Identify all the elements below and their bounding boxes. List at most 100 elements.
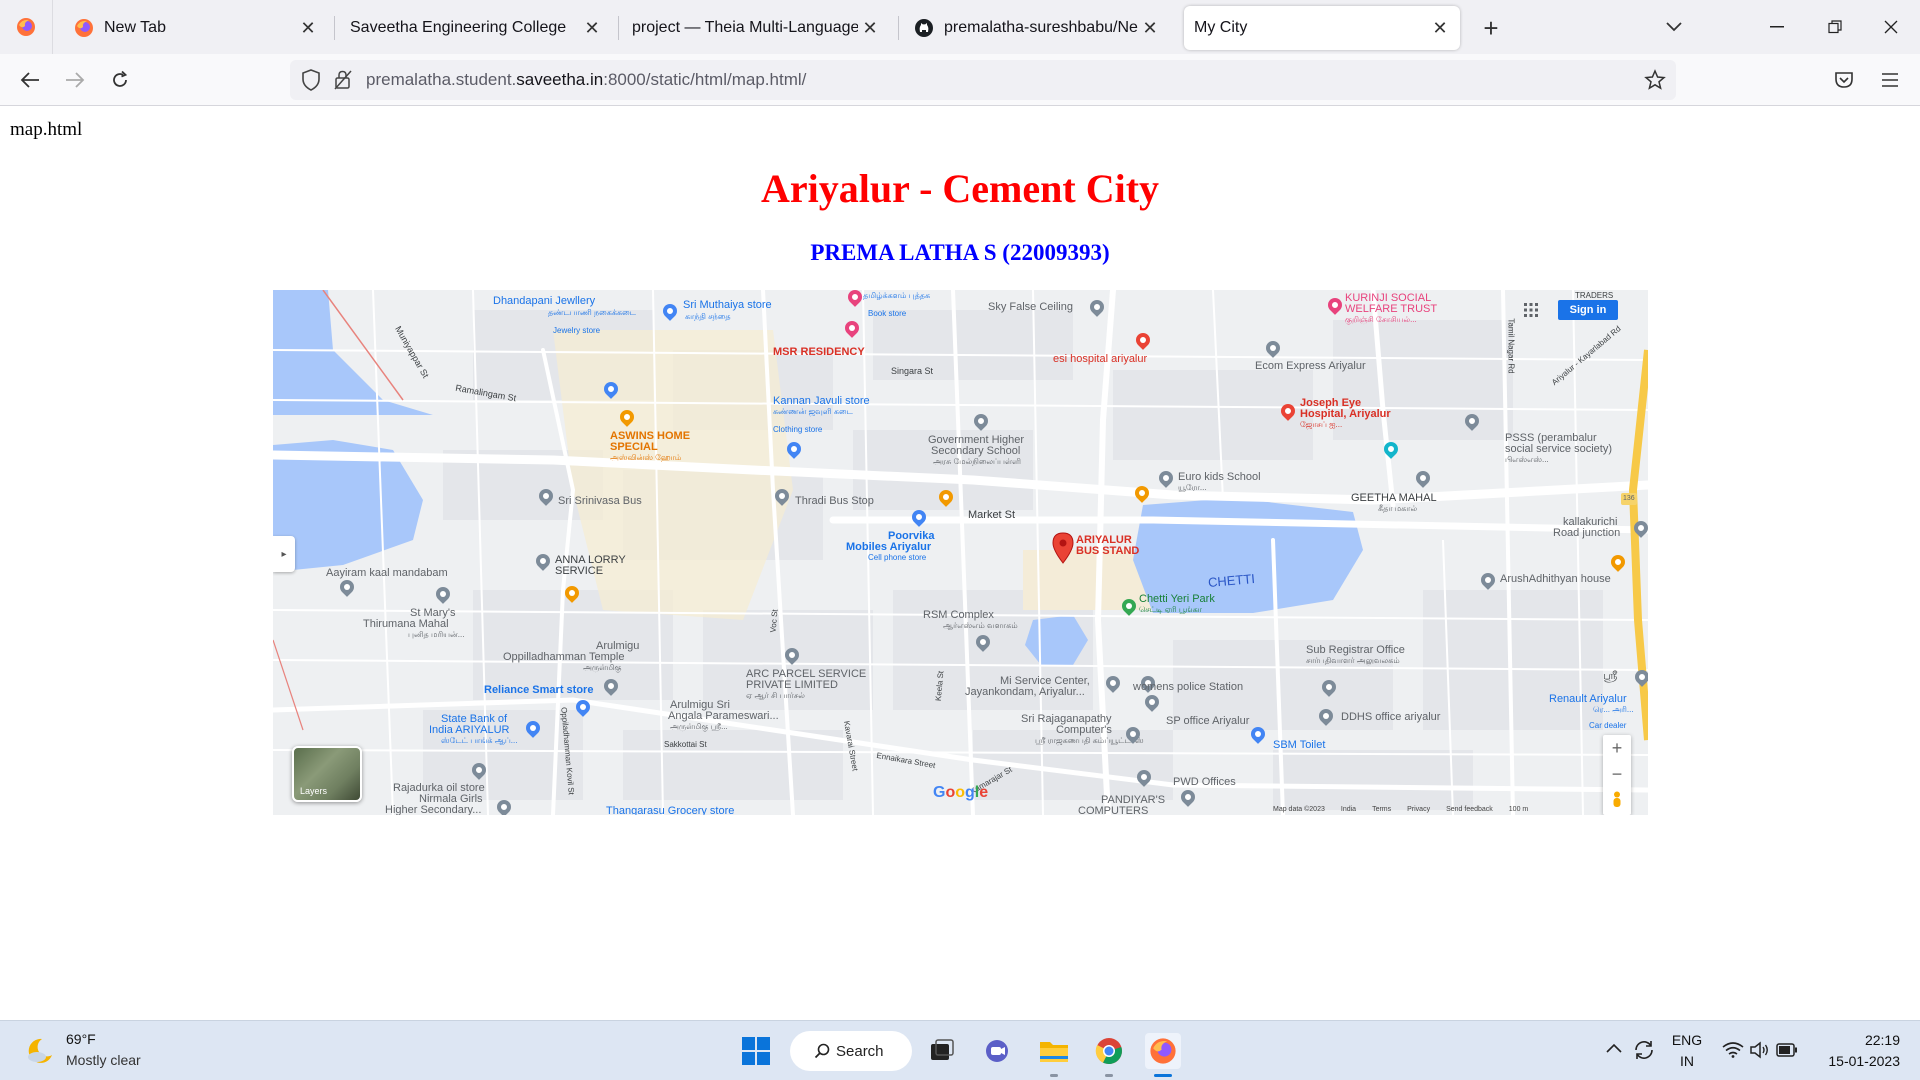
close-tab-icon[interactable]: ✕ [1428,16,1452,40]
battery-icon[interactable] [1776,1043,1798,1057]
zoom-in-button[interactable]: + [1603,735,1631,761]
firefox-view-button[interactable] [0,0,53,54]
map-label-sri-right: ஸ்ரீ [1603,670,1618,682]
map-label-arush[interactable]: ArushAdhithyan house [1500,573,1611,585]
map-label-euro-ta: யூரோ... [1178,483,1207,492]
running-indicator [1050,1074,1058,1077]
map-layers-button[interactable]: Layers [292,746,362,802]
minimize-button[interactable] [1748,0,1806,54]
star-icon[interactable] [1644,69,1666,91]
page-title: Ariyalur - Cement City [760,166,1160,211]
close-icon [1884,20,1898,34]
apps-grid-icon[interactable] [1523,302,1539,318]
map-feedback-link[interactable]: Send feedback [1446,806,1493,815]
close-tab-icon[interactable]: ✕ [1138,16,1162,40]
map-label-aayiram[interactable]: Aayiram kaal mandabam [326,567,448,579]
shield-icon[interactable] [301,69,321,91]
map-marker-bus-stand-icon[interactable] [1052,532,1074,564]
map-label-pwd[interactable]: PWD Offices [1173,776,1236,788]
embedded-map[interactable]: Dhandapani Jewllery தண்டபாணி நகைக்கடை Je… [273,290,1648,815]
sync-icon[interactable] [1632,1038,1656,1062]
tab-my-city[interactable]: My City ✕ [1184,6,1460,50]
wifi-icon[interactable] [1722,1042,1744,1058]
insecure-lock-icon[interactable] [334,70,352,90]
map-label-ecom[interactable]: Ecom Express Ariyalur [1255,360,1366,372]
map-terms-link[interactable]: Terms [1372,806,1391,815]
map-label-clothing: Clothing store [773,425,823,434]
tab-saveetha[interactable]: Saveetha Engineering College ✕ [336,6,612,50]
map-label-muthaiya[interactable]: Sri Muthaiya store [683,299,772,311]
map-label-esi-hospital[interactable]: esi hospital ariyalur [1053,353,1147,365]
list-all-tabs-button[interactable] [1645,0,1703,54]
chevron-down-icon [1666,22,1682,32]
clock-time[interactable]: 22:19 [1820,1032,1900,1048]
pegman-button[interactable] [1603,787,1631,813]
chevron-right-icon: ▸ [281,548,287,560]
map-label-sbi-ta: ஸ்டேட் பாங்க் ஆப்... [441,736,518,745]
map-label-thradi[interactable]: Thradi Bus Stop [795,495,874,507]
moon-cloud-icon[interactable] [24,1035,56,1067]
map-label-dhandapani[interactable]: Dhandapani Jewllery [493,295,595,307]
hamburger-menu-icon [1882,73,1898,87]
map-label-sbm[interactable]: SBM Toilet [1273,739,1325,751]
zoom-out-button[interactable]: − [1603,761,1631,787]
chevron-up-icon[interactable] [1606,1043,1622,1053]
map-expand-panel-button[interactable]: ▸ [273,536,295,572]
plus-icon: + [1483,12,1499,43]
firefox-icon [17,18,35,36]
map-label-tamil-nagar-rd: Tamil Nagar Rd [1506,318,1516,374]
clock-date[interactable]: 15-01-2023 [1810,1053,1900,1069]
close-window-button[interactable] [1862,0,1920,54]
language-indicator-2[interactable]: IN [1670,1053,1704,1069]
url-bar[interactable]: premalatha.student.saveetha.in:8000/stat… [290,60,1676,100]
map-sign-in-button[interactable]: Sign in [1558,300,1618,320]
restore-icon [1828,20,1842,34]
weather-description[interactable]: Mostly clear [66,1052,141,1068]
map-label-sp-office[interactable]: SP office Ariyalur [1166,715,1249,727]
map-label-srinivasa[interactable]: Sri Srinivasa Bus [558,495,642,507]
map-label-dhandapani-ta: தண்டபாணி நகைக்கடை [548,308,637,317]
new-tab-button[interactable]: + [1474,11,1508,45]
taskbar-chrome-button[interactable] [1091,1033,1127,1069]
map-label-reliance[interactable]: Reliance Smart store [484,684,593,696]
map-label-sky-false[interactable]: Sky False Ceiling [988,301,1073,313]
taskbar-search-box[interactable]: Search [790,1031,912,1071]
map-label-cellphone: Cell phone store [868,553,927,562]
search-icon [814,1043,830,1059]
forward-button[interactable] [57,62,93,98]
map-label-thangarasu[interactable]: Thangarasu Grocery store [606,805,734,815]
search-label: Search [836,1042,884,1060]
map-scale[interactable]: 100 m [1509,806,1528,815]
reload-button[interactable] [102,62,138,98]
task-view-button[interactable] [924,1033,960,1069]
map-label-ddhs[interactable]: DDHS office ariyalur [1341,711,1440,723]
close-tab-icon[interactable]: ✕ [296,16,320,40]
map-label-womens-police[interactable]: womens police Station [1133,681,1243,693]
tab-github[interactable]: premalatha-sureshbabu/NearM ✕ [900,6,1170,50]
pocket-button[interactable] [1826,62,1862,98]
volume-icon[interactable] [1750,1041,1770,1059]
tab-theia-project[interactable]: project — Theia Multi-Language Ex ✕ [620,6,890,50]
page-subtitle: PREMA LATHA S (22009393) [810,240,1110,265]
restore-button[interactable] [1806,0,1864,54]
taskbar-firefox-button[interactable] [1145,1033,1181,1069]
tab-new-tab[interactable]: New Tab ✕ [60,6,328,50]
taskbar-file-explorer-button[interactable] [1036,1033,1072,1069]
language-indicator-1[interactable]: ENG [1670,1032,1704,1048]
github-icon [915,19,933,37]
url-text[interactable]: premalatha.student.saveetha.in:8000/stat… [366,70,806,90]
map-label-renault-ta: ரெ... அரி... [1593,705,1634,714]
close-tab-icon[interactable]: ✕ [858,16,882,40]
app-menu-button[interactable] [1872,62,1908,98]
close-tab-icon[interactable]: ✕ [580,16,604,40]
map-label-msr[interactable]: MSR RESIDENCY [773,346,865,358]
page-filename: map.html [10,119,83,140]
windows-start-icon[interactable] [740,1035,772,1067]
back-button[interactable] [12,62,48,98]
pocket-icon [1835,72,1853,88]
weather-temperature[interactable]: 69°F [66,1031,96,1047]
map-privacy-link[interactable]: Privacy [1407,806,1430,815]
taskbar-teams-button[interactable] [980,1033,1016,1069]
firefox-icon [75,19,93,37]
map-region[interactable]: India [1341,806,1356,815]
